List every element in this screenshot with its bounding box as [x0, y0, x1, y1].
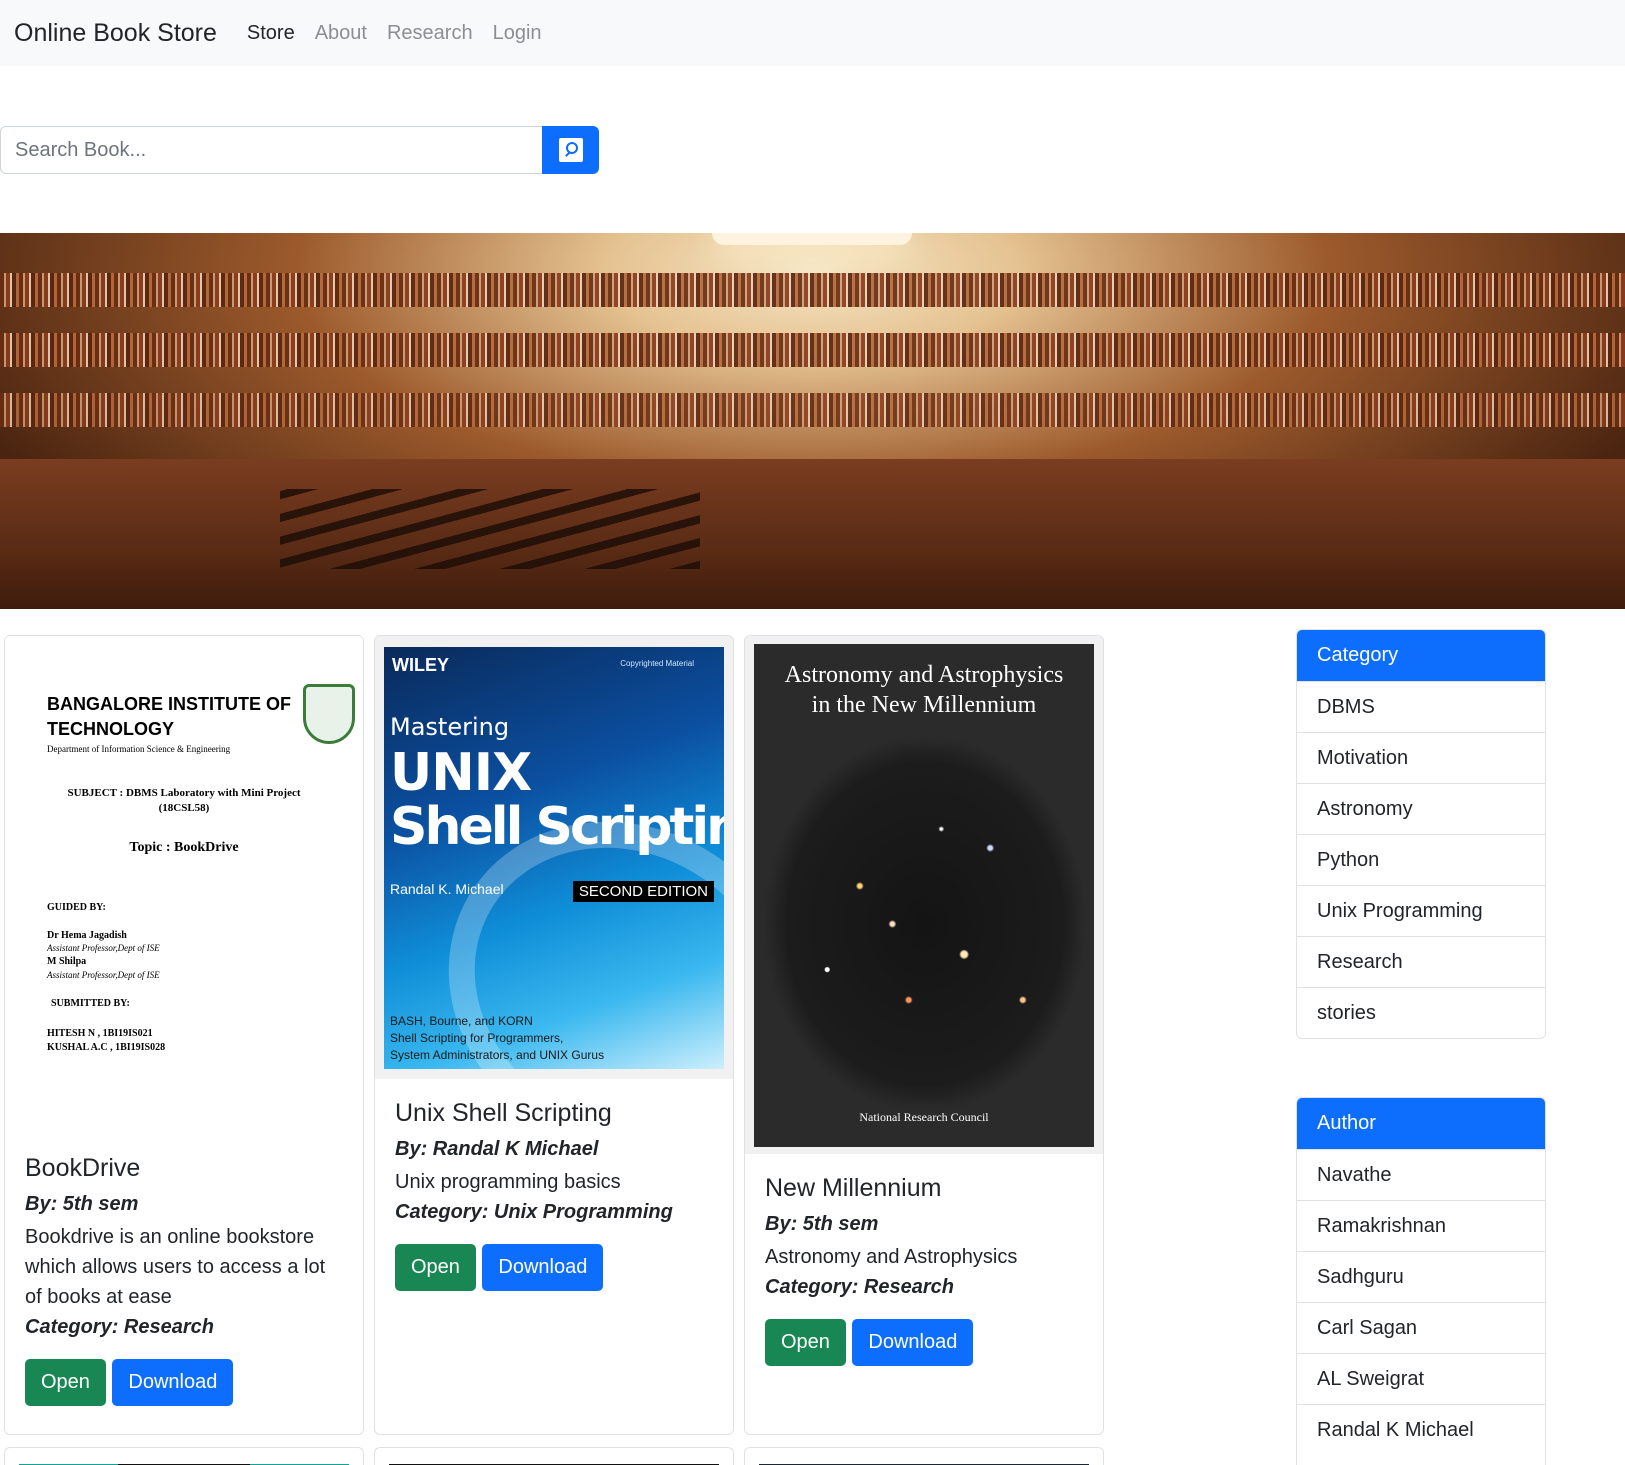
category-item[interactable]: Astronomy	[1297, 783, 1545, 834]
bookshelf-row	[0, 393, 1625, 427]
cover-text: Mastering	[390, 712, 510, 741]
cover-text: Dr Hema Jagadish	[47, 930, 127, 941]
cover-text: TECHNOLOGY	[47, 719, 175, 739]
cover-text: SUBMITTED BY:	[51, 998, 130, 1009]
cover-text: Department of Information Science & Engi…	[47, 744, 231, 754]
cover-text: Assistant Professor,Dept of ISE	[47, 970, 160, 980]
book-card: WILEY Copyrighted Material Mastering UNI…	[374, 635, 734, 1435]
cover-text: BANGALORE INSTITUTE OF	[47, 694, 291, 714]
bookshelf-row	[0, 333, 1625, 367]
book-card	[374, 1447, 734, 1465]
cover-text: Assistant Professor,Dept of ISE	[47, 943, 160, 953]
navbar: Online Book Store Store About Research L…	[0, 0, 1625, 66]
nav-login[interactable]: Login	[493, 22, 542, 45]
book-title: New Millennium	[765, 1174, 942, 1202]
library-benches	[280, 489, 700, 569]
nav-about[interactable]: About	[315, 22, 367, 45]
author-item[interactable]: Ramakrishnan	[1297, 1200, 1545, 1251]
author-item[interactable]: Carl Sagan	[1297, 1302, 1545, 1353]
book-category: Category: Research	[765, 1276, 954, 1298]
category-item[interactable]: stories	[1297, 987, 1545, 1038]
book-category: Category: Research	[25, 1316, 214, 1338]
cover-subtitle: BASH, Bourne, and KORN Shell Scripting f…	[390, 1013, 604, 1064]
book-cover: Astronomy and Astrophysics in the New Mi…	[745, 636, 1103, 1154]
cover-text: in the New Millennium	[811, 691, 1037, 718]
download-button[interactable]: Download	[852, 1319, 974, 1366]
open-button[interactable]: Open	[395, 1244, 476, 1291]
author-item[interactable]: Sadhguru	[1297, 1251, 1545, 1302]
search-button[interactable]	[542, 126, 599, 174]
cover-text: M Shilpa	[47, 956, 87, 967]
book-cover: WILEY Copyrighted Material Mastering UNI…	[375, 636, 733, 1079]
cover-text: SUBJECT : DBMS Laboratory with Mini Proj…	[67, 787, 301, 799]
nav-research[interactable]: Research	[387, 22, 473, 45]
cover-text: UNIX	[390, 742, 532, 803]
book-description: Astronomy and Astrophysics	[765, 1246, 1018, 1268]
open-button[interactable]: Open	[25, 1359, 106, 1406]
cover-text: Topic : BookDrive	[129, 840, 239, 855]
cover-text: Copyrighted Material	[620, 658, 694, 668]
galaxy-field-image	[762, 733, 1088, 1114]
nav-store[interactable]: Store	[247, 22, 295, 45]
book-card: Astronomy and Astrophysics in the New Mi…	[744, 635, 1104, 1435]
brand-link[interactable]: Online Book Store	[14, 19, 217, 48]
search-bar	[0, 126, 599, 174]
ceiling-lamp	[712, 233, 912, 245]
book-cover: BANGALORE INSTITUTE OF TECHNOLOGY Depart…	[5, 636, 363, 1134]
book-description: Bookdrive is an online bookstore which a…	[25, 1226, 326, 1308]
cover-text: (18CSL58)	[158, 802, 210, 814]
cover-text: National Research Council	[859, 1109, 989, 1124]
search-input[interactable]	[0, 126, 542, 174]
category-item[interactable]: Unix Programming	[1297, 885, 1545, 936]
book-card	[744, 1447, 1104, 1465]
institution-seal-icon	[303, 684, 355, 744]
cover-text: GUIDED BY:	[47, 902, 106, 913]
card-body: Unix Shell Scripting By: Randal K Michae…	[375, 1079, 733, 1311]
cover-text: Shell Scripting for Programmers,	[390, 1030, 564, 1045]
book-author: By: 5th sem	[765, 1213, 879, 1235]
open-button[interactable]: Open	[765, 1319, 846, 1366]
book-author: By: 5th sem	[25, 1193, 139, 1215]
cover-institution: BANGALORE INSTITUTE OF TECHNOLOGY	[47, 692, 291, 742]
category-item[interactable]: DBMS	[1297, 681, 1545, 732]
cover-subject: SUBJECT : DBMS Laboratory with Mini Proj…	[5, 786, 363, 816]
card-body: BookDrive By: 5th sem Bookdrive is an on…	[5, 1134, 363, 1426]
author-panel: Author Navathe Ramakrishnan Sadhguru Car…	[1296, 1097, 1546, 1465]
bookshelf-row	[0, 273, 1625, 307]
publisher-logo: WILEY	[392, 654, 449, 675]
cover-text: KUSHAL A.C , 1BI19IS028	[47, 1042, 166, 1053]
category-item[interactable]: Motivation	[1297, 732, 1545, 783]
author-item[interactable]: AL Sweigrat	[1297, 1353, 1545, 1404]
download-button[interactable]: Download	[112, 1359, 234, 1406]
book-title: BookDrive	[25, 1154, 141, 1182]
library-floor	[0, 459, 1625, 609]
book-category: Category: Unix Programming	[395, 1201, 673, 1223]
book-author: By: Randal K Michael	[395, 1138, 599, 1160]
category-item[interactable]: Python	[1297, 834, 1545, 885]
book-card: BANGALORE INSTITUTE OF TECHNOLOGY Depart…	[4, 635, 364, 1435]
cover-text: System Administrators, and UNIX Gurus	[390, 1047, 605, 1062]
cover-title: Astronomy and Astrophysics in the New Mi…	[754, 660, 1094, 720]
hero-library-image	[0, 233, 1625, 609]
author-item[interactable]: Navathe	[1297, 1149, 1545, 1200]
category-header: Category	[1297, 630, 1545, 681]
cover-text: SECOND EDITION	[572, 880, 714, 902]
cover-text: HITESH N , 1BI19IS021	[47, 1028, 153, 1039]
author-item[interactable]: Randal K Michael	[1297, 1404, 1545, 1455]
book-title: Unix Shell Scripting	[395, 1099, 612, 1127]
author-header: Author	[1297, 1098, 1545, 1149]
download-button[interactable]: Download	[482, 1244, 604, 1291]
cover-text: Randal K. Michael	[390, 880, 504, 897]
book-card	[4, 1447, 364, 1465]
cover-text: Shell Scripting	[390, 796, 724, 857]
cover-text: Astronomy and Astrophysics	[784, 661, 1064, 688]
book-description: Unix programming basics	[395, 1171, 621, 1193]
search-icon	[558, 138, 583, 162]
card-body: New Millennium By: 5th sem Astronomy and…	[745, 1154, 1103, 1386]
cover-text: BASH, Bourne, and KORN	[390, 1013, 533, 1028]
category-item[interactable]: Research	[1297, 936, 1545, 987]
category-panel: Category DBMS Motivation Astronomy Pytho…	[1296, 629, 1546, 1039]
